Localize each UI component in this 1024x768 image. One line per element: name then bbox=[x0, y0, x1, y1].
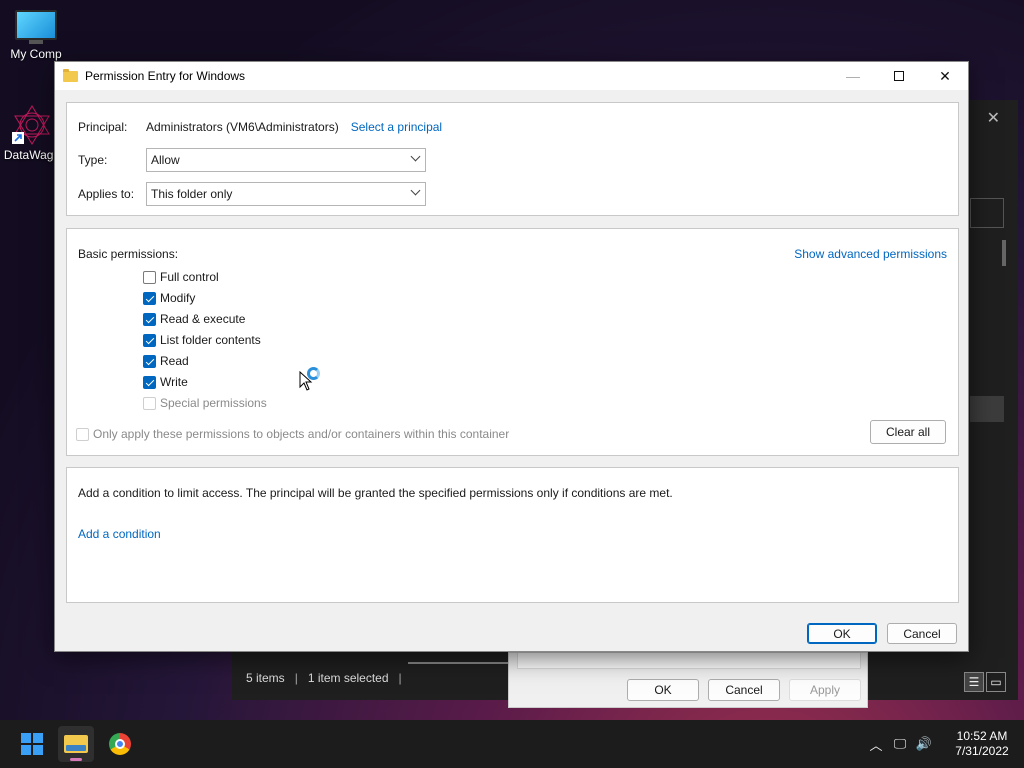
busy-spinner-icon bbox=[307, 367, 320, 380]
principal-panel: Principal: Administrators (VM6\Administr… bbox=[66, 102, 959, 216]
details-view-icon[interactable]: ☰ bbox=[964, 672, 984, 692]
title-bar: Permission Entry for Windows — ✕ bbox=[55, 62, 968, 90]
permission-entry-dialog: Permission Entry for Windows — ✕ Princip… bbox=[54, 61, 969, 652]
permission-label: Special permissions bbox=[160, 396, 267, 410]
permission-checkbox[interactable] bbox=[143, 354, 156, 368]
condition-panel: Add a condition to limit access. The pri… bbox=[66, 467, 959, 603]
clock-time: 10:52 AM bbox=[956, 729, 1008, 743]
permission-full-control[interactable]: Full control bbox=[143, 268, 219, 286]
properties-ok-button[interactable]: OK bbox=[627, 679, 699, 701]
permission-write[interactable]: Write bbox=[143, 373, 188, 391]
clock-date: 7/31/2022 bbox=[955, 744, 1009, 758]
permission-checkbox[interactable] bbox=[143, 270, 156, 284]
clock[interactable]: 10:52 AM 7/31/2022 bbox=[940, 729, 1024, 759]
type-dropdown[interactable]: Allow bbox=[146, 148, 426, 172]
type-value: Allow bbox=[151, 153, 180, 167]
chrome-icon bbox=[109, 733, 131, 755]
close-icon[interactable]: ✕ bbox=[922, 62, 968, 90]
properties-cancel-button[interactable]: Cancel bbox=[708, 679, 780, 701]
show-advanced-permissions-link[interactable]: Show advanced permissions bbox=[794, 247, 947, 261]
properties-apply-button[interactable]: Apply bbox=[789, 679, 861, 701]
taskbar-file-explorer[interactable] bbox=[58, 726, 94, 762]
dialog-title: Permission Entry for Windows bbox=[85, 69, 246, 83]
add-condition-link[interactable]: Add a condition bbox=[78, 527, 161, 541]
chevron-down-icon bbox=[410, 185, 421, 196]
permission-list-folder-contents[interactable]: List folder contents bbox=[143, 331, 261, 349]
close-icon[interactable]: ✕ bbox=[987, 108, 1000, 128]
permission-label: Full control bbox=[160, 270, 219, 284]
permission-read-execute[interactable]: Read & execute bbox=[143, 310, 245, 328]
only-apply-checkbox[interactable] bbox=[76, 427, 89, 441]
chevron-up-icon[interactable]: ︿ bbox=[864, 735, 888, 754]
volume-icon[interactable]: 🔊 bbox=[912, 736, 936, 752]
select-principal-link[interactable]: Select a principal bbox=[351, 120, 442, 134]
scrollbar[interactable] bbox=[1002, 240, 1006, 266]
clear-all-button[interactable]: Clear all bbox=[870, 420, 946, 444]
permission-checkbox[interactable] bbox=[143, 333, 156, 347]
search-box[interactable] bbox=[970, 198, 1004, 228]
permission-checkbox[interactable] bbox=[143, 375, 156, 389]
condition-description: Add a condition to limit access. The pri… bbox=[78, 486, 673, 500]
taskbar-chrome[interactable] bbox=[102, 726, 138, 762]
monitor-icon bbox=[15, 10, 57, 44]
permission-checkbox[interactable] bbox=[143, 312, 156, 326]
maximize-icon[interactable] bbox=[876, 62, 922, 90]
cancel-button[interactable]: Cancel bbox=[887, 623, 957, 644]
applies-to-dropdown[interactable]: This folder only bbox=[146, 182, 426, 206]
desktop-icon-label: My Comp bbox=[10, 47, 62, 61]
applies-to-label: Applies to: bbox=[78, 187, 135, 201]
tiles-view-icon[interactable]: ▭ bbox=[986, 672, 1006, 692]
minimize-icon[interactable]: — bbox=[830, 62, 876, 90]
permission-label: List folder contents bbox=[160, 333, 261, 347]
permission-modify[interactable]: Modify bbox=[143, 289, 195, 307]
permission-label: Write bbox=[160, 375, 188, 389]
taskbar: ︿ 🖵 🔊 10:52 AM 7/31/2022 bbox=[0, 720, 1024, 768]
network-icon[interactable]: 🖵 bbox=[888, 736, 912, 752]
properties-content-area bbox=[517, 653, 861, 669]
system-tray: ︿ 🖵 🔊 10:52 AM 7/31/2022 bbox=[864, 720, 1024, 768]
principal-value: Administrators (VM6\Administrators) bbox=[146, 120, 339, 134]
permission-label: Modify bbox=[160, 291, 196, 305]
selected-count: 1 item selected bbox=[307, 671, 389, 685]
permission-checkbox[interactable] bbox=[143, 396, 156, 410]
status-separator: | bbox=[398, 671, 402, 685]
basic-permissions-panel: Basic permissions: Show advanced permiss… bbox=[66, 228, 959, 456]
file-explorer-icon bbox=[64, 735, 88, 753]
background-properties-dialog: OK Cancel Apply bbox=[508, 652, 868, 708]
items-count: 5 items bbox=[246, 671, 285, 685]
type-label: Type: bbox=[78, 153, 108, 167]
active-indicator bbox=[70, 758, 82, 761]
only-apply-option[interactable]: Only apply these permissions to objects … bbox=[76, 427, 509, 441]
permission-checkbox[interactable] bbox=[143, 291, 156, 305]
permission-read[interactable]: Read bbox=[143, 352, 189, 370]
status-separator: | bbox=[294, 671, 298, 685]
ok-button[interactable]: OK bbox=[807, 623, 877, 644]
windows-logo-icon bbox=[21, 733, 43, 755]
datawage-icon bbox=[11, 104, 53, 146]
status-bar: 5 items | 1 item selected | bbox=[232, 666, 502, 690]
basic-permissions-label: Basic permissions: bbox=[78, 247, 179, 261]
selected-item[interactable] bbox=[970, 396, 1004, 422]
permission-label: Read bbox=[160, 354, 189, 368]
only-apply-label: Only apply these permissions to objects … bbox=[93, 427, 510, 441]
start-button[interactable] bbox=[14, 726, 50, 762]
applies-to-value: This folder only bbox=[151, 187, 233, 201]
desktop-icon-my-computer[interactable]: My Comp bbox=[4, 10, 68, 61]
folder-icon bbox=[63, 68, 78, 82]
permission-special-permissions[interactable]: Special permissions bbox=[143, 394, 267, 412]
view-toggle: ☰ ▭ bbox=[964, 672, 1006, 692]
principal-label: Principal: bbox=[78, 120, 128, 134]
chevron-down-icon bbox=[410, 151, 421, 162]
permission-label: Read & execute bbox=[160, 312, 246, 326]
